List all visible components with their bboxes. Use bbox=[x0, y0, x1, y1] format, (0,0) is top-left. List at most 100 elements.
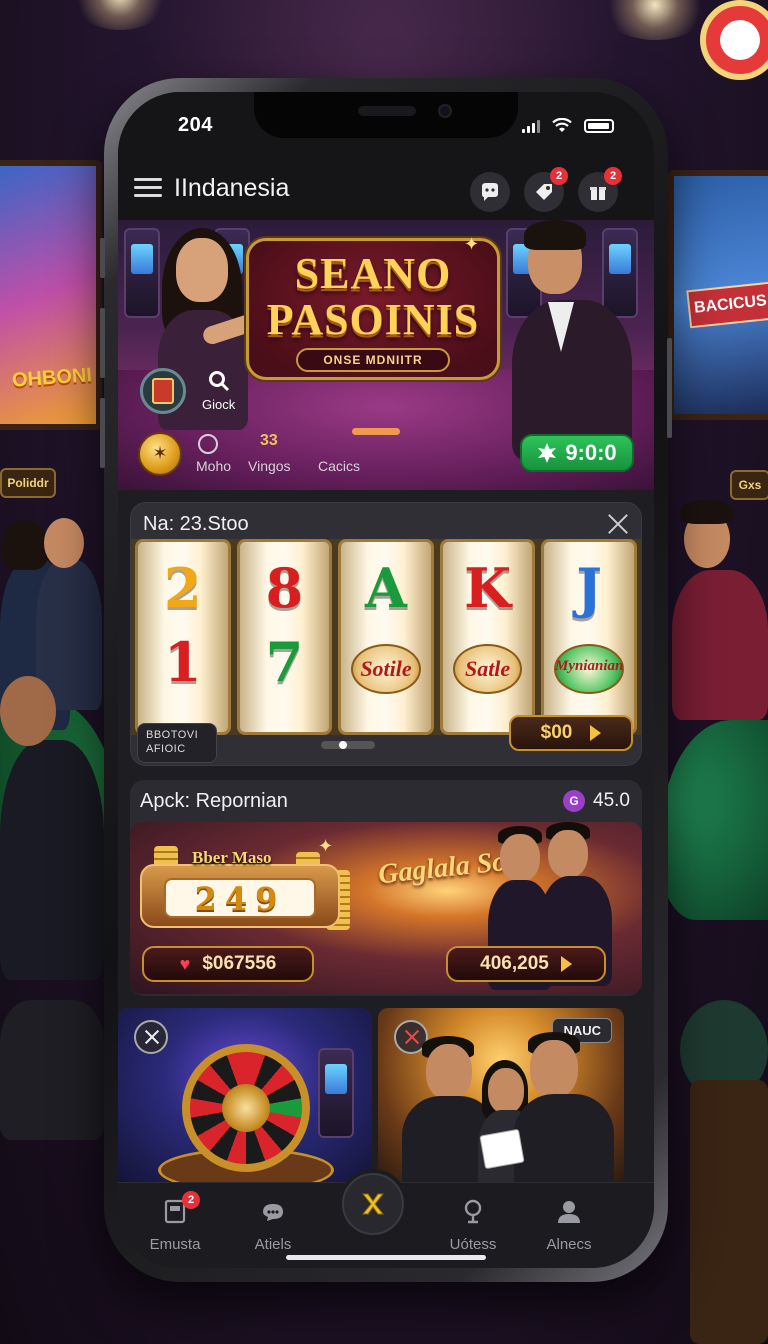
roulette-game-tile[interactable] bbox=[118, 1008, 372, 1182]
background-player bbox=[672, 570, 768, 720]
balance-display: G 45.0 bbox=[563, 790, 630, 812]
jackpot-label: Bber Maso bbox=[192, 848, 272, 867]
background-player-hair bbox=[680, 500, 734, 524]
wifi-icon bbox=[552, 118, 572, 132]
reel-symbol: 8 bbox=[265, 556, 304, 620]
heart-icon: ♥ bbox=[179, 953, 191, 974]
slot-machine-graphic bbox=[318, 1048, 354, 1138]
app-header: IIndanesia 2 2 bbox=[118, 156, 654, 220]
balance-value: 45.0 bbox=[593, 790, 630, 811]
nav-item-uotess[interactable]: Uótess bbox=[428, 1197, 518, 1253]
player-face bbox=[530, 1040, 578, 1098]
reel-symbol: J bbox=[576, 556, 602, 620]
jackpot-banner[interactable]: Bber Maso 249 Gaglala Soice ✦ ♥ $067556 … bbox=[130, 822, 642, 994]
stat-moho[interactable] bbox=[198, 434, 218, 457]
status-icons bbox=[522, 118, 614, 134]
notifications-button[interactable]: 2 bbox=[524, 167, 568, 212]
nav-label: Uótess bbox=[449, 1236, 497, 1253]
chat-button[interactable] bbox=[470, 172, 510, 212]
background-player-head bbox=[44, 518, 84, 568]
status-time: 204 bbox=[178, 114, 213, 136]
play-timer-button[interactable]: 9:0:0 bbox=[520, 434, 634, 472]
close-icon[interactable] bbox=[134, 1020, 168, 1054]
reel-symbol: K bbox=[464, 556, 512, 620]
background-sign-left: Poliddr bbox=[0, 468, 56, 498]
reel: K Satle bbox=[439, 539, 536, 735]
search-label: Giock bbox=[202, 397, 236, 412]
background-sign-right: Gxs bbox=[730, 470, 768, 500]
stat-vingos-label[interactable]: Vingos bbox=[248, 458, 291, 474]
background-chair bbox=[0, 1000, 104, 1140]
front-camera bbox=[438, 104, 452, 118]
bet-button[interactable]: $00 bbox=[509, 715, 633, 751]
close-icon[interactable] bbox=[605, 511, 631, 537]
hamburger-menu-icon[interactable] bbox=[134, 178, 162, 200]
background-player-hair bbox=[2, 520, 48, 570]
jackpot-play-value: 406,205 bbox=[480, 953, 549, 974]
hero-stats-row: Moho 33 Vingos Cacics 9:0:0 bbox=[138, 432, 634, 482]
nav-item-alnecs[interactable]: Alnecs bbox=[524, 1197, 614, 1253]
chat-icon bbox=[263, 1204, 283, 1221]
slot-game-card[interactable]: Na: 23.Stoo 2 1 8 7 A Sotile K Satle J M… bbox=[130, 502, 642, 766]
tag-icon bbox=[536, 184, 552, 200]
reel: 8 7 bbox=[236, 539, 333, 735]
rewards-button[interactable]: 2 bbox=[578, 167, 622, 212]
search-button[interactable]: Giock bbox=[202, 370, 235, 412]
reel-symbol: 1 bbox=[164, 630, 202, 694]
notification-badge: 2 bbox=[550, 167, 568, 185]
slot-machine-graphic bbox=[602, 228, 638, 318]
reel-symbol: 7 bbox=[265, 630, 304, 694]
hostess-face bbox=[176, 238, 228, 302]
background-neon-sign bbox=[700, 0, 768, 80]
chat-bubble-icon bbox=[482, 183, 498, 201]
slot-info-chip[interactable]: BBOTOVI AFIOIC bbox=[137, 723, 217, 763]
dealer-hair bbox=[524, 220, 586, 250]
stat-vingos-value: 33 bbox=[260, 432, 278, 450]
casino-chip-button[interactable] bbox=[140, 368, 186, 414]
hero-banner[interactable]: SEANO PASOINIS ONSE MDNIITR ✦ Giock Moh bbox=[118, 220, 654, 490]
player-face bbox=[488, 1068, 524, 1114]
logo-line-1: SEANO bbox=[294, 249, 452, 298]
page-title: IIndanesia bbox=[174, 174, 290, 202]
promo-card[interactable]: Apck: Repornian G 45.0 Bber Maso 249 Gag… bbox=[130, 780, 642, 996]
signal-icon bbox=[522, 119, 540, 133]
play-arrow-icon bbox=[560, 956, 572, 972]
ceiling-light bbox=[600, 0, 710, 40]
nav-label: Alnecs bbox=[546, 1236, 592, 1253]
reel-symbol: Mynianian bbox=[554, 658, 624, 674]
winnings-value: $067556 bbox=[202, 953, 277, 974]
reel-symbol: 2 bbox=[164, 556, 202, 620]
stat-vingos-number: 33 bbox=[260, 432, 278, 449]
jackpot-play-button[interactable]: 406,205 bbox=[446, 946, 606, 982]
nav-item-emusta[interactable]: 2 Emusta bbox=[130, 1191, 220, 1253]
trophy-icon bbox=[464, 1199, 482, 1224]
ceiling-light bbox=[70, 0, 170, 30]
live-table-game-tile[interactable]: NAUC bbox=[378, 1008, 624, 1182]
player-face bbox=[426, 1044, 472, 1100]
nav-item-atiels[interactable]: Atiels bbox=[228, 1197, 318, 1253]
search-icon bbox=[208, 371, 229, 392]
logo-tagline: ONSE MDNIITR bbox=[296, 348, 450, 372]
rewards-badge: 2 bbox=[604, 167, 622, 185]
cross-swords-icon bbox=[361, 1193, 385, 1215]
phone-mute-switch bbox=[100, 238, 105, 278]
coin-icon[interactable] bbox=[138, 432, 182, 476]
ring-icon bbox=[198, 434, 218, 454]
gift-icon bbox=[590, 187, 606, 200]
promo-model-face bbox=[500, 834, 540, 882]
winnings-button[interactable]: ♥ $067556 bbox=[142, 946, 314, 982]
playing-cards-graphic bbox=[479, 1128, 525, 1170]
reel-symbol: Sotile bbox=[360, 656, 412, 681]
logo-line-2: PASOINIS bbox=[266, 295, 480, 344]
reel-symbol: Satle bbox=[464, 656, 511, 681]
pagination-dots[interactable] bbox=[321, 741, 375, 749]
reel: A Sotile bbox=[338, 539, 434, 735]
stat-cacics-label[interactable]: Cacics bbox=[318, 458, 360, 474]
background-slot-screen-right: BACICUS bbox=[668, 170, 768, 420]
nav-label: Atiels bbox=[254, 1236, 292, 1253]
slot-reels: 2 1 8 7 A Sotile K Satle J Mynianian bbox=[131, 539, 641, 735]
home-indicator[interactable] bbox=[286, 1255, 486, 1260]
sparkle-icon: ✦ bbox=[464, 234, 480, 254]
roulette-wheel bbox=[182, 1044, 310, 1172]
nav-play-button[interactable] bbox=[342, 1173, 404, 1235]
